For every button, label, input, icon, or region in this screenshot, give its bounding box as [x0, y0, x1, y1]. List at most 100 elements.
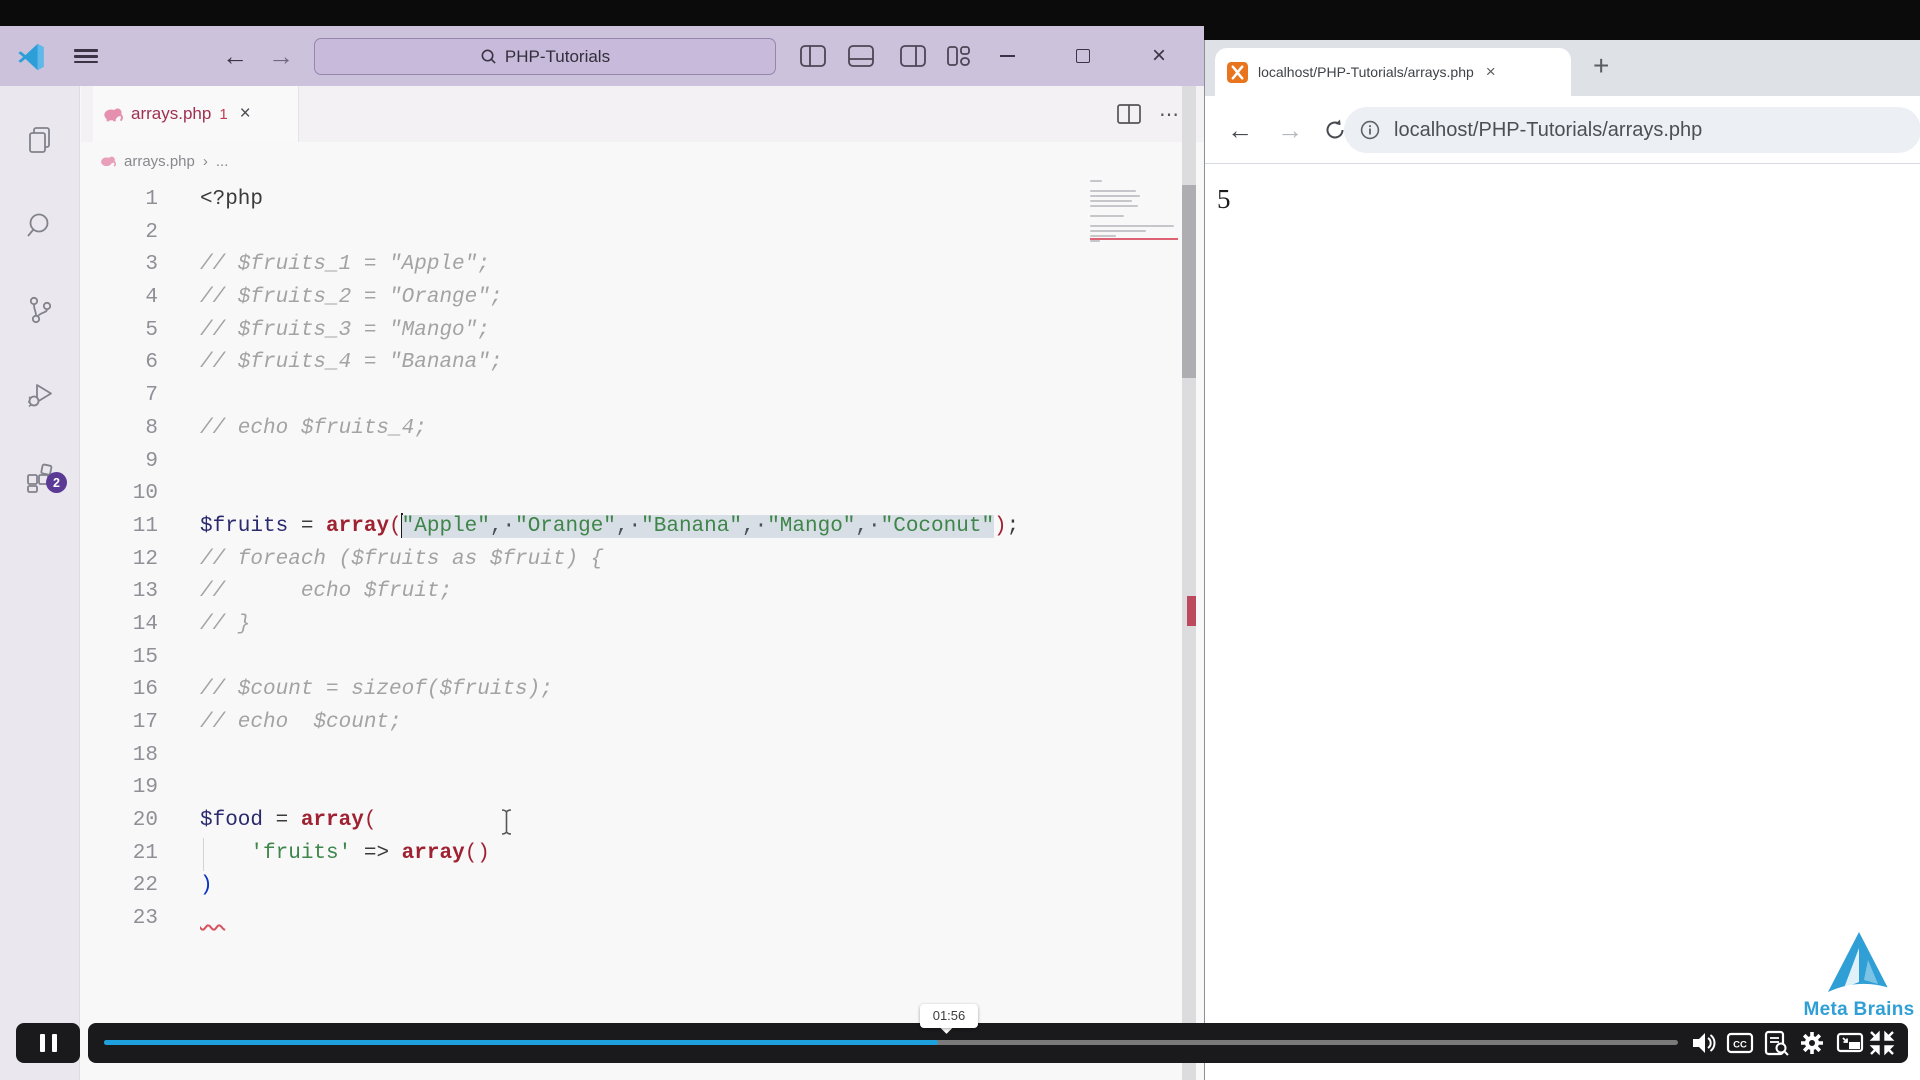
code-line: 18: [0, 740, 1180, 773]
error-overview-marker: [1187, 596, 1196, 626]
code-line: 13// echo $fruit;: [0, 576, 1180, 609]
line-number: 3: [0, 249, 158, 282]
minimap-selection-marker: [1090, 238, 1178, 240]
maximize-button[interactable]: [1060, 26, 1106, 86]
toggle-sidebar-icon[interactable]: [800, 45, 826, 67]
line-number: 8: [0, 413, 158, 446]
code-line: 11$fruits = array("Apple",·"Orange",·"Ba…: [0, 511, 1180, 544]
site-info-icon[interactable]: [1360, 120, 1380, 140]
svg-text:CC: CC: [1733, 1040, 1747, 1051]
pause-button[interactable]: [16, 1023, 80, 1063]
code-line: 23: [0, 903, 1180, 936]
code-line: 16// $count = sizeof($fruits);: [0, 674, 1180, 707]
browser-toolbar: ← → localhost/PHP-Tutorials/arrays.php: [1205, 96, 1920, 164]
progress-played: [104, 1040, 938, 1045]
editor-tabstrip: arrays.php 1 × ⋯: [81, 86, 1204, 142]
line-number: 2: [0, 217, 158, 250]
more-actions-icon[interactable]: ⋯: [1159, 102, 1180, 127]
command-search-input[interactable]: PHP-Tutorials: [314, 38, 776, 75]
browser-tab-title: localhost/PHP-Tutorials/arrays.php: [1258, 64, 1474, 80]
vscode-logo-icon: [16, 26, 46, 86]
php-file-icon: [103, 105, 123, 123]
forward-arrow-icon[interactable]: →: [268, 26, 294, 86]
line-number: 21: [0, 838, 158, 871]
browser-forward-icon[interactable]: →: [1277, 96, 1303, 164]
line-number: 22: [0, 870, 158, 903]
editor-scrollbar[interactable]: [1182, 86, 1196, 1080]
line-number: 6: [0, 347, 158, 380]
new-tab-button[interactable]: +: [1593, 50, 1609, 82]
php-output: 5: [1217, 184, 1231, 215]
code-line: 5// $fruits_3 = "Mango";: [0, 315, 1180, 348]
line-number: 16: [0, 674, 158, 707]
explorer-icon[interactable]: [25, 125, 55, 155]
code-line: 2: [0, 217, 1180, 250]
browser-tab[interactable]: localhost/PHP-Tutorials/arrays.php ×: [1215, 48, 1571, 96]
line-number: 17: [0, 707, 158, 740]
line-number: 4: [0, 282, 158, 315]
line-number: 15: [0, 642, 158, 675]
search-text: PHP-Tutorials: [505, 47, 610, 67]
browser-tab-close-icon[interactable]: ×: [1486, 62, 1496, 82]
code-line: 14// }: [0, 609, 1180, 642]
code-line: 3// $fruits_1 = "Apple";: [0, 249, 1180, 282]
vscode-titlebar: ← → PHP-Tutorials ×: [0, 26, 1204, 86]
breadcrumb-more: ...: [216, 153, 229, 170]
url-bar[interactable]: localhost/PHP-Tutorials/arrays.php: [1344, 107, 1920, 153]
progress-bar[interactable]: [104, 1040, 1678, 1045]
code-line: 8// echo $fruits_4;: [0, 413, 1180, 446]
line-number: 20: [0, 805, 158, 838]
split-editor-icon[interactable]: [1117, 104, 1141, 124]
brand-name: Meta Brains: [1784, 999, 1920, 1021]
line-number: 11: [0, 511, 158, 544]
close-button[interactable]: ×: [1136, 26, 1182, 86]
browser-window: localhost/PHP-Tutorials/arrays.php × + ←…: [1204, 40, 1920, 1080]
minimize-button[interactable]: [984, 26, 1030, 86]
url-text: localhost/PHP-Tutorials/arrays.php: [1394, 119, 1702, 142]
breadcrumb-separator: ›: [203, 153, 208, 170]
code-line: 6// $fruits_4 = "Banana";: [0, 347, 1180, 380]
line-number: 13: [0, 576, 158, 609]
captions-icon[interactable]: CC: [1726, 1029, 1754, 1057]
code-lines: 1<?php23// $fruits_1 = "Apple";4// $frui…: [0, 184, 1180, 936]
line-number: 1: [0, 184, 158, 217]
code-line: 22): [0, 870, 1180, 903]
line-number: 14: [0, 609, 158, 642]
code-line: 15: [0, 642, 1180, 675]
breadcrumb[interactable]: arrays.php › ...: [100, 144, 228, 178]
picture-in-picture-icon[interactable]: [1836, 1029, 1864, 1057]
xampp-icon: [1227, 62, 1248, 83]
line-number: 12: [0, 544, 158, 577]
code-line: 19: [0, 772, 1180, 805]
line-number: 19: [0, 772, 158, 805]
line-number: 18: [0, 740, 158, 773]
tab-close-icon[interactable]: ×: [240, 103, 251, 125]
code-line: 17// echo $count;: [0, 707, 1180, 740]
shrink-icon[interactable]: [1868, 1029, 1896, 1057]
meta-brains-logo: [1820, 930, 1898, 996]
channel-branding: Meta Brains: [1784, 930, 1920, 1021]
transcript-icon[interactable]: [1762, 1029, 1790, 1057]
browser-back-icon[interactable]: ←: [1227, 96, 1253, 164]
line-number: 7: [0, 380, 158, 413]
code-line: 7: [0, 380, 1180, 413]
tab-arrays-php[interactable]: arrays.php 1 ×: [93, 86, 299, 142]
code-line: 9: [0, 446, 1180, 479]
volume-icon[interactable]: [1690, 1029, 1718, 1057]
vscode-window: ← → PHP-Tutorials ×: [0, 26, 1204, 1080]
search-icon: [480, 48, 497, 65]
player-bar: CC: [88, 1023, 1908, 1063]
settings-gear-icon[interactable]: [1798, 1029, 1826, 1057]
scrollbar-thumb[interactable]: [1182, 185, 1196, 378]
code-editor[interactable]: 1<?php23// $fruits_1 = "Apple";4// $frui…: [0, 184, 1180, 1080]
menu-icon[interactable]: [74, 26, 98, 86]
minimap[interactable]: [1090, 180, 1178, 264]
toggle-panel-icon[interactable]: [848, 45, 874, 67]
php-file-icon: [100, 154, 116, 168]
back-arrow-icon[interactable]: ←: [222, 26, 248, 86]
breadcrumb-file: arrays.php: [124, 153, 195, 170]
line-number: 5: [0, 315, 158, 348]
toggle-secondary-sidebar-icon[interactable]: [900, 45, 926, 67]
line-number: 10: [0, 478, 158, 511]
customize-layout-icon[interactable]: [946, 45, 972, 67]
